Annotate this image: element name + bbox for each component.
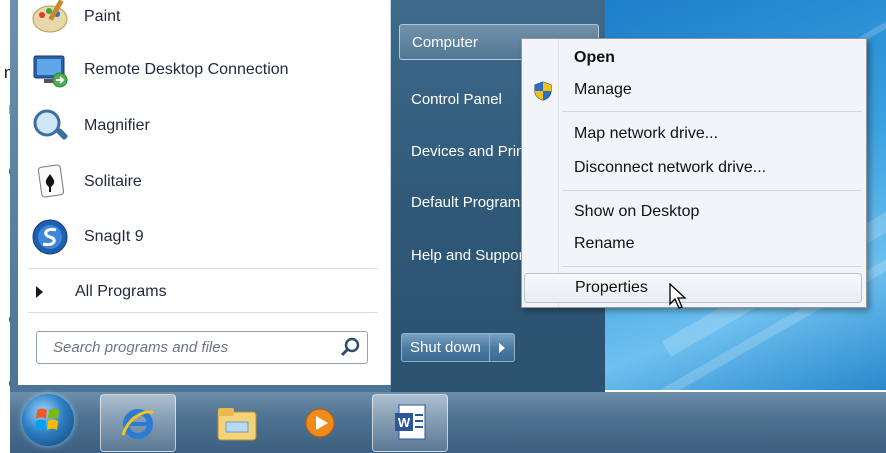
right-pane-label: Control Panel <box>411 90 502 108</box>
windows-orb-icon[interactable] <box>22 394 74 446</box>
chevron-right-icon <box>498 342 505 353</box>
search-input[interactable] <box>51 338 335 357</box>
svg-text:W: W <box>398 415 411 430</box>
taskbar-button-media-player[interactable] <box>285 394 359 450</box>
uac-shield-icon <box>534 81 552 101</box>
all-programs-label: All Programs <box>75 283 167 300</box>
menu-divider <box>28 268 378 269</box>
program-item-snagit[interactable]: SnagIt 9 <box>28 212 378 262</box>
right-pane-label: Default Programs <box>411 193 528 211</box>
shutdown-options-button[interactable] <box>489 333 515 362</box>
paint-icon <box>30 0 70 37</box>
context-item-map-network-drive[interactable]: Map network drive... <box>524 119 862 149</box>
taskbar-button-internet-explorer[interactable] <box>100 394 176 452</box>
context-menu-separator <box>562 111 862 112</box>
solitaire-icon <box>30 162 70 202</box>
program-label: SnagIt 9 <box>84 228 144 245</box>
right-pane-label: Computer <box>412 33 478 51</box>
search-icon[interactable] <box>339 336 361 358</box>
program-label: Magnifier <box>84 117 150 134</box>
taskbar-button-explorer[interactable] <box>200 394 274 450</box>
right-pane-label: Help and Support <box>411 246 528 264</box>
media-player-icon <box>303 406 337 445</box>
expand-arrow-icon <box>36 286 43 298</box>
context-item-rename[interactable]: Rename <box>524 229 862 259</box>
program-label: Solitaire <box>84 173 142 190</box>
program-item-paint[interactable]: Paint <box>28 0 378 42</box>
search-box[interactable] <box>36 331 368 364</box>
start-menu-left-pane: Paint Remote Desktop Connection Magnifie… <box>18 0 391 385</box>
taskbar-edge <box>0 392 10 453</box>
context-item-manage[interactable]: Manage <box>524 75 862 105</box>
word-icon: W <box>393 403 429 448</box>
context-item-disconnect-network-drive[interactable]: Disconnect network drive... <box>524 153 862 183</box>
context-item-label: Manage <box>574 81 632 98</box>
context-item-label: Open <box>574 49 615 66</box>
context-menu: Open Manage Map network drive... Disconn… <box>521 38 867 308</box>
shutdown-group: Shut down <box>401 333 515 362</box>
magnifier-icon <box>30 106 70 146</box>
menu-divider <box>28 312 378 313</box>
mouse-pointer-icon <box>668 282 688 311</box>
program-label: Paint <box>84 8 121 25</box>
snagit-icon <box>30 217 70 257</box>
context-item-properties[interactable]: Properties <box>524 273 862 303</box>
context-menu-separator <box>562 190 862 191</box>
program-item-magnifier[interactable]: Magnifier <box>28 101 378 151</box>
program-item-solitaire[interactable]: Solitaire <box>28 157 378 207</box>
context-item-show-on-desktop[interactable]: Show on Desktop <box>524 197 862 227</box>
program-item-remote-desktop[interactable]: Remote Desktop Connection <box>28 45 378 95</box>
program-label: Remote Desktop Connection <box>84 61 289 78</box>
taskbar-button-word[interactable]: W <box>372 394 448 452</box>
remote-desktop-icon <box>30 50 70 90</box>
all-programs-button[interactable]: All Programs <box>20 278 370 306</box>
context-item-open[interactable]: Open <box>524 43 862 73</box>
context-menu-separator <box>562 266 862 267</box>
context-item-label: Show on Desktop <box>574 203 700 220</box>
shutdown-label: Shut down <box>410 339 481 356</box>
internet-explorer-icon <box>119 405 157 448</box>
windows-explorer-icon <box>216 406 258 447</box>
context-item-label: Map network drive... <box>574 125 719 142</box>
context-item-label: Disconnect network drive... <box>574 159 767 176</box>
context-item-label: Rename <box>574 235 635 252</box>
context-item-label: Properties <box>575 279 648 296</box>
shutdown-button[interactable]: Shut down <box>401 333 490 362</box>
